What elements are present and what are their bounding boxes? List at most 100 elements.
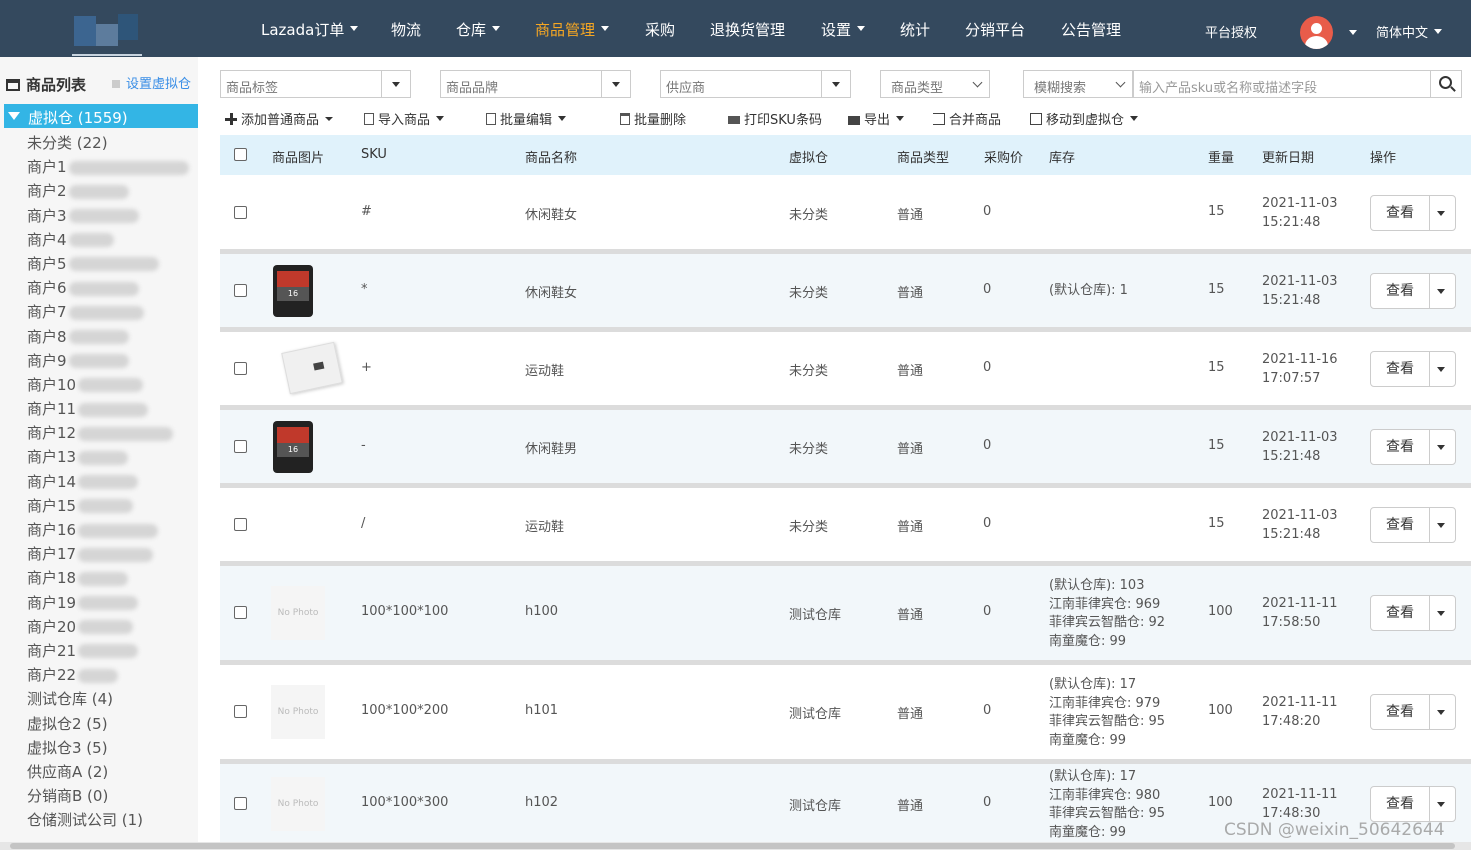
sidebar-item[interactable]: 商户6 <box>27 276 189 300</box>
nav-logistics[interactable]: 物流 <box>391 19 421 40</box>
action-dropdown-icon[interactable] <box>1437 522 1445 528</box>
nav-lazada-orders[interactable]: Lazada订单 <box>261 19 359 40</box>
setting-virtual-warehouse-link[interactable]: 设置虚拟仓 <box>112 73 191 92</box>
row-action-group[interactable]: 查看 <box>1370 694 1456 730</box>
brand-logo[interactable] <box>60 10 142 56</box>
row-checkbox[interactable] <box>234 283 247 297</box>
select-all-checkbox[interactable] <box>234 148 247 161</box>
sidebar-item[interactable]: 商户8 <box>27 325 189 349</box>
sidebar-item[interactable]: 商户3 <box>27 204 189 228</box>
nav-purchase[interactable]: 采购 <box>645 19 675 40</box>
sidebar-item[interactable]: 商户10 <box>27 373 189 397</box>
tag-select[interactable]: 商品标签 <box>220 70 411 98</box>
sidebar-item[interactable]: 商户17 <box>27 542 189 566</box>
row-action-group[interactable]: 查看 <box>1370 350 1456 387</box>
action-dropdown-icon[interactable] <box>1437 366 1445 372</box>
time-line: 17:07:57 <box>1262 370 1321 386</box>
sidebar-item[interactable]: 商户5 <box>27 252 189 276</box>
nav-product-management[interactable]: 商品管理 <box>535 19 610 40</box>
export-button[interactable]: 导出 <box>848 109 905 128</box>
sidebar-item[interactable]: 商户15 <box>27 494 189 518</box>
nav-statistics[interactable]: 统计 <box>900 19 930 40</box>
view-button[interactable]: 查看 <box>1371 273 1430 308</box>
action-dropdown-icon[interactable] <box>1437 710 1445 715</box>
batch-edit-button[interactable]: 批量编辑 <box>486 109 567 128</box>
sidebar-item[interactable]: 测试仓库 (4) <box>27 687 189 711</box>
expand-triangle-icon[interactable] <box>8 112 20 120</box>
sidebar-item[interactable]: 分销商B (0) <box>27 784 189 808</box>
view-button[interactable]: 查看 <box>1371 787 1430 821</box>
language-selector[interactable]: 简体中文 <box>1376 22 1443 41</box>
import-products-button[interactable]: 导入商品 <box>364 109 445 128</box>
action-dropdown-icon[interactable] <box>1437 611 1445 616</box>
action-dropdown-icon[interactable] <box>1437 444 1445 450</box>
search-mode-select[interactable]: 模糊搜索 <box>1023 70 1133 98</box>
supplier-select[interactable]: 供应商 <box>660 70 851 98</box>
dropdown-toggle-icon[interactable] <box>821 71 850 97</box>
row-action-group[interactable]: 查看 <box>1370 428 1456 465</box>
horizontal-scrollbar[interactable] <box>0 842 1471 850</box>
dropdown-toggle-icon[interactable] <box>601 71 630 97</box>
row-checkbox[interactable] <box>234 797 247 810</box>
sidebar-item[interactable]: 仓储测试公司 (1) <box>27 808 189 832</box>
search-input[interactable]: 输入产品sku或名称或描述字段 <box>1133 70 1431 98</box>
row-checkbox[interactable] <box>234 361 247 375</box>
nav-warehouse[interactable]: 仓库 <box>456 19 501 40</box>
row-action-group[interactable]: 查看 <box>1370 272 1456 309</box>
sidebar-item[interactable]: 商户22 <box>27 663 189 687</box>
nav-returns[interactable]: 退换货管理 <box>710 19 785 40</box>
sidebar-item[interactable]: 商户1 <box>27 155 189 179</box>
action-dropdown-icon[interactable] <box>1437 210 1445 216</box>
move-to-virtual-warehouse-button[interactable]: 移动到虚拟仓 <box>1030 109 1139 128</box>
sidebar-item[interactable]: 虚拟仓3 (5) <box>27 736 189 760</box>
sidebar-item[interactable]: 商户9 <box>27 349 189 373</box>
print-sku-button[interactable]: 打印SKU条码 <box>728 109 822 128</box>
action-dropdown-icon[interactable] <box>1437 288 1445 294</box>
sidebar-item[interactable]: 商户12 <box>27 421 189 445</box>
sidebar-item-virtual-warehouse[interactable]: 虚拟仓 (1559) <box>4 104 198 128</box>
nav-settings[interactable]: 设置 <box>821 19 866 40</box>
row-checkbox[interactable] <box>234 606 247 619</box>
row-action-group[interactable]: 查看 <box>1370 194 1456 231</box>
sidebar-item[interactable]: 商户16 <box>27 518 189 542</box>
nav-distribution[interactable]: 分销平台 <box>965 19 1025 40</box>
merge-products-button[interactable]: 合并商品 <box>933 109 1001 128</box>
row-checkbox[interactable] <box>234 517 247 531</box>
row-checkbox[interactable] <box>234 439 247 453</box>
sidebar-item[interactable]: 商户21 <box>27 639 189 663</box>
row-checkbox[interactable] <box>234 705 247 718</box>
view-button[interactable]: 查看 <box>1371 507 1430 542</box>
sidebar-item[interactable]: 商户4 <box>27 228 189 252</box>
sidebar-item[interactable]: 商户14 <box>27 470 189 494</box>
search-button[interactable] <box>1430 70 1462 98</box>
sidebar-item[interactable]: 商户13 <box>27 445 189 469</box>
sidebar-item[interactable]: 商户18 <box>27 566 189 590</box>
brand-select[interactable]: 商品品牌 <box>440 70 631 98</box>
dropdown-toggle-icon[interactable] <box>381 71 410 97</box>
view-button[interactable]: 查看 <box>1371 351 1430 386</box>
batch-delete-button[interactable]: 批量删除 <box>620 109 686 128</box>
row-action-group[interactable]: 查看 <box>1370 786 1456 822</box>
nav-platform-auth[interactable]: 平台授权 <box>1205 22 1257 41</box>
sidebar-item[interactable]: 虚拟仓2 (5) <box>27 712 189 736</box>
sidebar-item[interactable]: 未分类 (22) <box>27 131 189 155</box>
view-button[interactable]: 查看 <box>1371 195 1430 230</box>
sidebar-item[interactable]: 商户7 <box>27 300 189 324</box>
view-button[interactable]: 查看 <box>1371 429 1430 464</box>
row-checkbox[interactable] <box>234 205 247 219</box>
product-type-select[interactable]: 商品类型 <box>880 70 990 98</box>
nav-announcements[interactable]: 公告管理 <box>1061 19 1121 40</box>
sidebar-item[interactable]: 供应商A (2) <box>27 760 189 784</box>
action-dropdown-icon[interactable] <box>1437 802 1445 807</box>
user-avatar[interactable] <box>1300 16 1333 49</box>
sidebar-item[interactable]: 商户19 <box>27 591 189 615</box>
view-button[interactable]: 查看 <box>1371 695 1430 729</box>
add-product-button[interactable]: 添加普通商品 <box>225 109 334 128</box>
row-action-group[interactable]: 查看 <box>1370 595 1456 631</box>
view-button[interactable]: 查看 <box>1371 596 1430 630</box>
sidebar-item[interactable]: 商户20 <box>27 615 189 639</box>
avatar-dropdown-caret[interactable] <box>1343 27 1357 42</box>
sidebar-item[interactable]: 商户11 <box>27 397 189 421</box>
sidebar-item[interactable]: 商户2 <box>27 179 189 203</box>
row-action-group[interactable]: 查看 <box>1370 506 1456 543</box>
